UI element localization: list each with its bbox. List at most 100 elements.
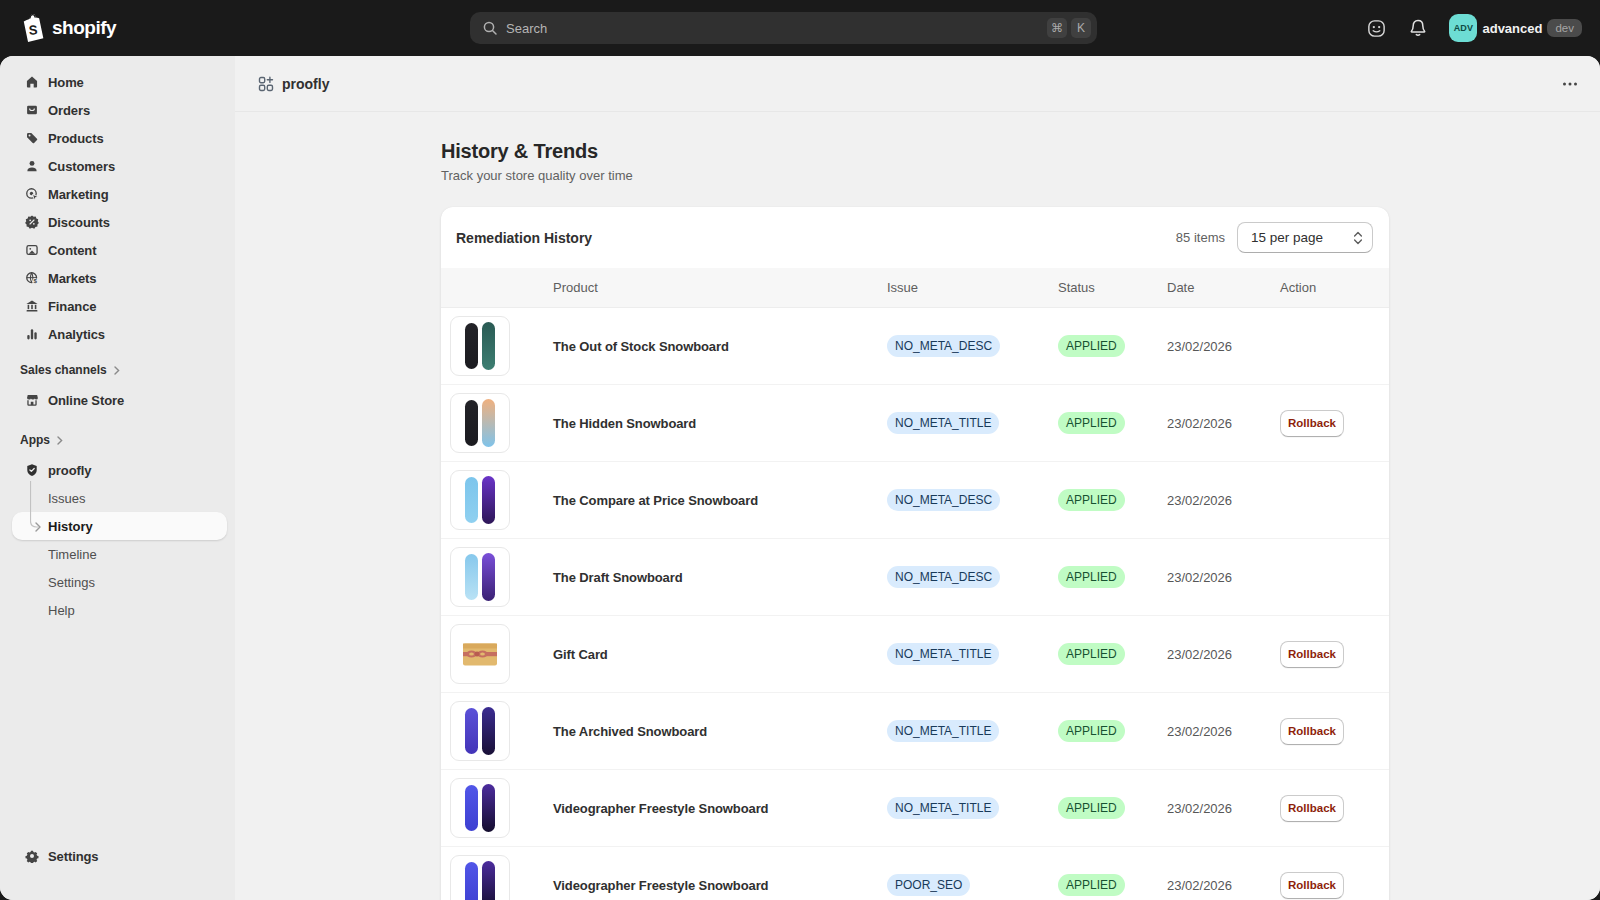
rollback-button[interactable]: Rollback xyxy=(1280,795,1344,822)
rollback-button[interactable]: Rollback xyxy=(1280,410,1344,437)
product-image xyxy=(450,701,510,761)
apps-header[interactable]: Apps xyxy=(12,428,227,452)
product-thumb-cell xyxy=(441,470,553,530)
status-cell: APPLIED xyxy=(1058,412,1167,434)
sidebar-item-home[interactable]: Home xyxy=(12,68,227,96)
product-name: The Out of Stock Snowboard xyxy=(553,339,729,354)
app-blocks-icon xyxy=(258,76,274,92)
sidebar-item-settings[interactable]: Settings xyxy=(12,842,227,870)
product-name: Gift Card xyxy=(553,647,608,662)
date-cell: 23/02/2026 xyxy=(1167,724,1280,739)
product-image xyxy=(450,855,510,900)
issue-cell: NO_META_DESC xyxy=(887,489,1058,511)
product-image xyxy=(450,316,510,376)
sidebar-item-marketing[interactable]: Marketing xyxy=(12,180,227,208)
snowboards-image xyxy=(460,707,500,755)
sidebar-item-discounts[interactable]: Discounts xyxy=(12,208,227,236)
more-actions-icon[interactable] xyxy=(1562,76,1578,92)
product-thumb-cell xyxy=(441,701,553,761)
issue-cell: POOR_SEO xyxy=(887,874,1058,896)
shield-check-icon xyxy=(25,463,39,477)
sidebar-item-proofly[interactable]: proofly xyxy=(12,456,227,484)
product-cell: Videographer Freestyle Snowboard xyxy=(553,876,887,894)
avatar: ADV xyxy=(1449,14,1477,42)
status-cell: APPLIED xyxy=(1058,643,1167,665)
col-action: Action xyxy=(1280,280,1389,295)
product-name: Videographer Freestyle Snowboard xyxy=(553,878,768,893)
shopify-logo[interactable]: S shopify xyxy=(20,13,116,43)
per-page-value: 15 per page xyxy=(1251,230,1323,245)
date-cell: 23/02/2026 xyxy=(1167,801,1280,816)
sidebar-item-finance[interactable]: Finance xyxy=(12,292,227,320)
date-cell: 23/02/2026 xyxy=(1167,416,1280,431)
date-cell: 23/02/2026 xyxy=(1167,878,1280,893)
chevron-right-icon xyxy=(114,366,120,375)
sidebar-item-app-settings[interactable]: Settings xyxy=(12,568,227,596)
chevron-right-icon xyxy=(57,436,63,445)
snowboards-image xyxy=(460,399,500,447)
sales-channels-header[interactable]: Sales channels xyxy=(12,358,227,382)
sidebar-subitem-label: History xyxy=(48,519,93,534)
card-header: Remediation History 85 items 15 per page xyxy=(441,207,1389,268)
sidebar-subitem-label: Help xyxy=(48,603,75,618)
col-status: Status xyxy=(1058,280,1167,295)
sidebar-item-help[interactable]: Help xyxy=(12,596,227,624)
rollback-button[interactable]: Rollback xyxy=(1280,718,1344,745)
tag-icon xyxy=(25,131,39,145)
app-frame: Home Orders Products Customers Marketing… xyxy=(0,56,1600,900)
col-issue: Issue xyxy=(887,280,1058,295)
status-badge: APPLIED xyxy=(1058,874,1125,896)
target-icon xyxy=(25,187,39,201)
table-body: The Out of Stock Snowboard NO_META_DESC … xyxy=(441,308,1389,900)
rollback-button[interactable]: Rollback xyxy=(1280,872,1344,899)
sidebar-item-content[interactable]: Content xyxy=(12,236,227,264)
snowboards-image xyxy=(460,861,500,900)
status-badge: APPLIED xyxy=(1058,412,1125,434)
remediation-history-card: Remediation History 85 items 15 per page… xyxy=(441,207,1389,900)
issue-cell: NO_META_TITLE xyxy=(887,720,1058,742)
table-row: The Hidden Snowboard NO_META_TITLE APPLI… xyxy=(441,385,1389,462)
page-subtitle: Track your store quality over time xyxy=(441,168,1389,184)
status-badge: APPLIED xyxy=(1058,797,1125,819)
bar-chart-icon xyxy=(25,327,39,341)
product-image xyxy=(450,393,510,453)
notifications-bell-icon[interactable] xyxy=(1408,18,1428,38)
sidebar-item-label: Content xyxy=(48,243,96,258)
sidebar-item-analytics[interactable]: Analytics xyxy=(12,320,227,348)
sidebar-item-label: Analytics xyxy=(48,327,105,342)
rollback-button[interactable]: Rollback xyxy=(1280,641,1344,668)
sidebar-item-online-store[interactable]: Online Store xyxy=(12,386,227,414)
shopify-wordmark: shopify xyxy=(52,17,116,39)
product-cell: Videographer Freestyle Snowboard xyxy=(553,799,887,817)
per-page-select[interactable]: 15 per page xyxy=(1237,222,1373,253)
issue-cell: NO_META_DESC xyxy=(887,335,1058,357)
main-area: proofly History & Trends Track your stor… xyxy=(235,56,1600,900)
sidebar-item-markets[interactable]: $ Markets xyxy=(12,264,227,292)
issue-badge: NO_META_TITLE xyxy=(887,797,999,819)
sidebar-item-products[interactable]: Products xyxy=(12,124,227,152)
status-badge: APPLIED xyxy=(1058,720,1125,742)
user-name: advanced xyxy=(1482,21,1542,36)
sidebar-item-orders[interactable]: Orders xyxy=(12,96,227,124)
snowboards-image xyxy=(460,553,500,601)
subnav-connector-arrow-icon xyxy=(30,481,46,535)
sidebar-item-timeline[interactable]: Timeline xyxy=(12,540,227,568)
product-image xyxy=(450,547,510,607)
date-cell: 23/02/2026 xyxy=(1167,570,1280,585)
sidebar-item-customers[interactable]: Customers xyxy=(12,152,227,180)
sidebar-item-label: Settings xyxy=(48,849,98,864)
product-cell: The Hidden Snowboard xyxy=(553,414,887,432)
gift-box-image xyxy=(460,637,500,671)
sidebar-item-label: Online Store xyxy=(48,393,124,408)
person-icon xyxy=(25,159,39,173)
action-cell: Rollback xyxy=(1280,410,1389,437)
table-header: Product Issue Status Date Action xyxy=(441,268,1389,308)
product-cell: The Draft Snowboard xyxy=(553,568,887,586)
search-input[interactable]: Search ⌘ K xyxy=(470,12,1097,44)
sidebar-item-label: Marketing xyxy=(48,187,109,202)
product-cell: Gift Card xyxy=(553,645,887,663)
sidebar-item-label: Discounts xyxy=(48,215,110,230)
account-menu[interactable]: ADV advanced dev xyxy=(1449,14,1582,42)
sidekick-icon[interactable] xyxy=(1366,18,1387,39)
sidebar-item-label: Home xyxy=(48,75,84,90)
